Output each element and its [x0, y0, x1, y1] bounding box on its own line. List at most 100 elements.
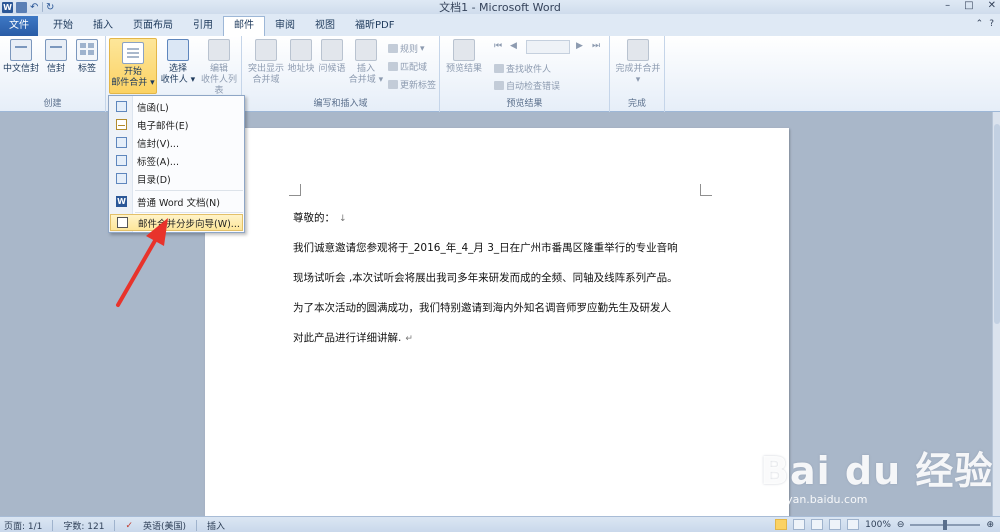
group-finish: 完成并合并 ▾ 完成	[610, 36, 665, 112]
doc-paragraph-line-3: 为了本次活动的圆满成功，我们特别邀请到海内外知名调音师罗应勤先生及研发人	[293, 302, 671, 314]
previous-record-icon[interactable]: ◀	[510, 41, 517, 51]
zoom-level[interactable]: 100%	[865, 520, 891, 530]
web-layout-view-icon[interactable]	[811, 519, 824, 530]
auto-check-errors-button[interactable]: 自动检查错误	[494, 79, 560, 92]
help-icon[interactable]: ?	[989, 19, 994, 29]
wizard-icon	[117, 217, 128, 228]
watermark: Bai du 经验 jingyan.baidu.com	[760, 440, 993, 506]
last-record-icon[interactable]: ⏭	[592, 41, 600, 51]
greeting-line-icon	[321, 39, 343, 61]
find-recipient-icon	[494, 64, 504, 73]
envelope-button[interactable]: 信封	[43, 39, 69, 75]
close-icon[interactable]: ✕	[988, 0, 996, 11]
doc-paragraph-line-2: 现场试听会 ,本次试听会将展出我司多年来研发而成的全频、同轴及线阵系列产品。	[293, 272, 678, 284]
status-bar-right: 100% ⊖ ⊕	[775, 519, 994, 530]
page-count[interactable]: 页面: 1/1	[4, 519, 42, 532]
email-icon	[116, 119, 127, 130]
window-title: 文档1 - Microsoft Word	[439, 1, 561, 14]
envelope-icon	[45, 39, 67, 61]
zoom-slider-thumb[interactable]	[943, 519, 948, 530]
update-labels-button[interactable]: 更新标签	[388, 78, 436, 91]
draft-view-icon[interactable]	[847, 519, 860, 530]
match-fields-button[interactable]: 匹配域	[388, 60, 427, 73]
tab-review[interactable]: 审阅	[265, 16, 305, 36]
full-screen-reading-view-icon[interactable]	[793, 519, 806, 530]
insert-field-icon	[355, 39, 377, 61]
zoom-out-icon[interactable]: ⊖	[897, 520, 905, 530]
insert-merge-field-button[interactable]: 插入 合并域 ▾	[348, 39, 384, 86]
rules-button[interactable]: 规则 ▾	[388, 42, 425, 55]
group-create: 中文信封 信封 标签 创建	[0, 36, 106, 112]
menu-item-email[interactable]: 电子邮件(E)	[110, 116, 243, 133]
margin-corner-top-left	[289, 184, 301, 196]
rules-icon	[388, 44, 398, 53]
menu-separator	[135, 212, 243, 213]
ribbon-right-controls: ⌃ ?	[976, 19, 994, 29]
finish-merge-button[interactable]: 完成并合并 ▾	[612, 39, 664, 86]
margin-corner-top-right	[700, 184, 712, 196]
labels-button[interactable]: 标签	[74, 39, 100, 75]
title-bar: W ↶ ↻ 文档1 - Microsoft Word – □ ✕	[0, 0, 1000, 14]
menu-item-normal-word-document[interactable]: W 普通 Word 文档(N)	[110, 193, 243, 210]
address-block-button[interactable]: 地址块	[286, 39, 316, 75]
chinese-envelope-button[interactable]: 中文信封	[3, 39, 39, 75]
menu-item-mail-merge-wizard[interactable]: 邮件合并分步向导(W)...	[110, 214, 243, 231]
tab-references[interactable]: 引用	[183, 16, 223, 36]
status-divider	[52, 520, 54, 531]
record-number-input[interactable]	[526, 40, 570, 54]
edit-recipient-list-button[interactable]: 编辑 收件人列表	[197, 39, 241, 97]
ribbon-tabs: 开始 插入 页面布局 引用 邮件 审阅 视图 福昕PDF	[43, 16, 404, 36]
menu-item-envelopes[interactable]: 信封(V)...	[110, 134, 243, 151]
zoom-slider[interactable]	[910, 519, 981, 530]
tab-mailings[interactable]: 邮件	[223, 16, 265, 36]
find-recipient-button[interactable]: 查找收件人	[494, 62, 551, 75]
start-mail-merge-button[interactable]: 开始 邮件合并 ▾	[109, 38, 157, 94]
first-record-icon[interactable]: ⏮	[494, 41, 502, 51]
labels-icon	[76, 39, 98, 61]
auto-check-icon	[494, 81, 504, 90]
preview-icon	[453, 39, 475, 61]
menu-item-directory[interactable]: 目录(D)	[110, 170, 243, 187]
highlight-merge-fields-button[interactable]: 突出显示 合并域	[246, 39, 286, 86]
window-controls: – □ ✕	[945, 0, 996, 11]
start-mail-merge-menu: 信函(L) 电子邮件(E) 信封(V)... 标签(A)... 目录(D) W …	[108, 95, 245, 233]
insert-mode[interactable]: 插入	[207, 519, 225, 532]
tab-view[interactable]: 视图	[305, 16, 345, 36]
recipients-icon	[167, 39, 189, 61]
group-write-insert-fields: 突出显示 合并域 地址块 问候语 插入 合并域 ▾ 规则 ▾ 匹配域 更新标签 …	[242, 36, 440, 112]
status-bar: 页面: 1/1 字数: 121 ✓ 英语(美国) 插入 100% ⊖ ⊕	[0, 516, 1000, 532]
proofing-icon[interactable]: ✓	[125, 521, 133, 531]
document-page[interactable]: 尊敬的： ↓ 我们诚意邀请您参观将于_2016_年_4_月 3_日在广州市番禺区隆…	[205, 128, 789, 528]
directory-icon	[116, 173, 127, 184]
group-write-insert-label: 编写和插入域	[313, 99, 368, 109]
language[interactable]: 英语(美国)	[143, 519, 186, 532]
maximize-icon[interactable]: □	[964, 0, 973, 11]
collapse-ribbon-icon[interactable]: ⌃	[976, 19, 984, 29]
menu-item-letters[interactable]: 信函(L)	[110, 98, 243, 115]
letter-icon	[116, 101, 127, 112]
preview-results-button[interactable]: 预览结果	[444, 39, 484, 75]
ribbon-tab-row: 文件 开始 插入 页面布局 引用 邮件 审阅 视图 福昕PDF ⌃ ?	[0, 14, 1000, 36]
outline-view-icon[interactable]	[829, 519, 842, 530]
zoom-in-icon[interactable]: ⊕	[986, 520, 994, 530]
tab-insert[interactable]: 插入	[83, 16, 123, 36]
minimize-icon[interactable]: –	[945, 0, 950, 11]
tab-home[interactable]: 开始	[43, 16, 83, 36]
menu-separator	[135, 190, 243, 191]
next-record-icon[interactable]: ▶	[576, 41, 583, 51]
select-recipients-button[interactable]: 选择 收件人 ▾	[158, 39, 198, 86]
word-icon: W	[116, 196, 127, 207]
scrollbar-thumb[interactable]	[994, 124, 1000, 324]
tab-file[interactable]: 文件	[0, 16, 38, 36]
greeting-line-button[interactable]: 问候语	[317, 39, 347, 75]
group-preview-results: 预览结果 ⏮ ◀ ▶ ⏭ 查找收件人 自动检查错误 预览结果	[440, 36, 610, 112]
print-layout-view-icon[interactable]	[775, 519, 788, 530]
menu-item-labels[interactable]: 标签(A)...	[110, 152, 243, 169]
address-block-icon	[290, 39, 312, 61]
group-create-label: 创建	[43, 99, 62, 109]
tab-foxit-pdf[interactable]: 福昕PDF	[345, 16, 404, 36]
paragraph-mark-icon: ↵	[405, 334, 413, 344]
envelope-icon	[10, 39, 32, 61]
tab-page-layout[interactable]: 页面布局	[123, 16, 183, 36]
word-count[interactable]: 字数: 121	[63, 519, 104, 532]
